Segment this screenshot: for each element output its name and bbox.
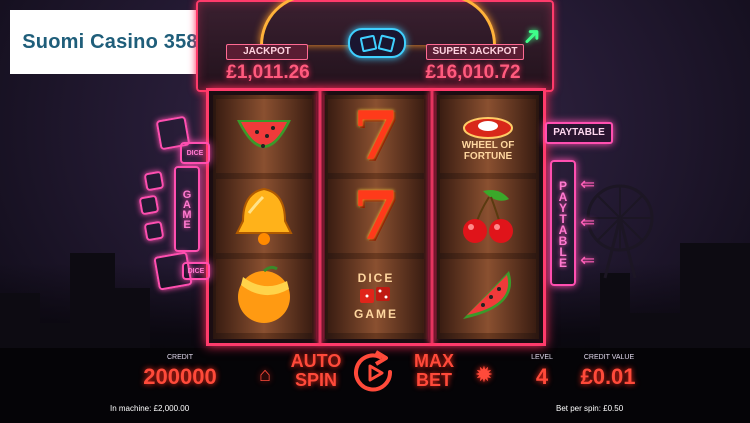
- arrow-left-icon: ⇐: [580, 212, 596, 232]
- game-sign: GAME: [174, 166, 200, 252]
- paytable-button-label: PAYTABLE: [553, 127, 605, 138]
- symbol-wheel-of-fortune: WHEEL OF FORTUNE: [440, 99, 536, 173]
- paytable-vertical-label: PAYTABLE: [556, 179, 570, 267]
- credit-label: CREDIT: [166, 354, 194, 361]
- credit-value-label: CREDIT VALUE: [583, 354, 635, 361]
- auto-spin-button[interactable]: AUTO SPIN: [288, 352, 344, 390]
- paytable-vertical-sign[interactable]: PAYTABLE: [550, 160, 576, 286]
- dice-game-line1: DICE: [357, 271, 395, 285]
- super-jackpot-value: £16,010.72: [425, 62, 521, 83]
- credit-value-amount[interactable]: £0.01: [572, 364, 644, 390]
- bell-icon: [235, 187, 293, 245]
- dice-sign-label: DICE: [186, 149, 204, 157]
- symbol-seven: 7: [328, 97, 424, 175]
- casino-logo: Suomi Casino 358: [10, 10, 210, 74]
- slot-machine: JACKPOT SUPER JACKPOT £1,011.26 £16,010.…: [196, 0, 554, 346]
- jackpot-topper: JACKPOT SUPER JACKPOT £1,011.26 £16,010.…: [196, 0, 554, 92]
- ferris-wheel: [586, 184, 654, 279]
- red-dice-icon: [360, 287, 390, 303]
- reel-3: WHEEL OF FORTUNE: [437, 95, 539, 339]
- dice-logo-icon: [348, 28, 406, 58]
- settings-gear-icon[interactable]: ✹: [472, 362, 496, 388]
- dice-sign: DICE: [180, 142, 210, 164]
- symbol-cherries: [440, 179, 536, 253]
- paytable-button[interactable]: PAYTABLE: [545, 122, 613, 144]
- neon-die-icon: [143, 170, 165, 192]
- symbol-watermelon: [216, 99, 312, 173]
- neon-die-icon: [138, 194, 160, 216]
- auto-spin-label-1: AUTO: [290, 351, 342, 371]
- watermelon-icon: [463, 271, 512, 319]
- level-label: LEVEL: [531, 354, 553, 361]
- home-icon[interactable]: ⌂: [254, 364, 276, 387]
- bet-per-spin-text: Bet per spin: £0.50: [556, 404, 624, 413]
- jackpot-label: JACKPOT: [226, 44, 308, 60]
- symbol-seven: 7: [328, 177, 424, 255]
- dice-sign: DICE: [182, 262, 210, 280]
- auto-spin-label-2: SPIN: [294, 370, 337, 390]
- reel-1: [213, 95, 315, 339]
- seven-symbol: 7: [353, 97, 399, 175]
- credit-value: 200000: [143, 364, 217, 389]
- reel-separator: [317, 91, 323, 343]
- super-jackpot-label: SUPER JACKPOT: [426, 44, 524, 60]
- symbol-dice-game: DICE GAME: [328, 259, 424, 333]
- max-bet-label-1: MAX: [414, 351, 454, 371]
- seven-symbol: 7: [353, 177, 399, 255]
- arrow-left-icon: ⇐: [580, 250, 596, 270]
- watermelon-icon: [237, 120, 291, 148]
- logo-text: Suomi Casino 358: [22, 30, 198, 53]
- symbol-bell: [216, 179, 312, 253]
- reel-2: 7 7 DICE GAME: [325, 95, 427, 339]
- max-bet-label-2: BET: [416, 370, 452, 390]
- jackpot-value: £1,011.26: [226, 62, 310, 83]
- symbol-watermelon: [440, 259, 536, 333]
- reel-window: 7 7 DICE GAME WHEEL OF FORTUNE: [206, 88, 546, 346]
- max-bet-button[interactable]: MAX BET: [404, 352, 464, 390]
- reel-separator: [429, 91, 435, 343]
- orange-icon: [238, 265, 290, 323]
- dice-game-line2: GAME: [354, 307, 398, 321]
- wheel-of-fortune-label: WHEEL OF FORTUNE: [461, 140, 515, 162]
- arrow-left-icon: ⇐: [580, 174, 596, 194]
- level-value[interactable]: 4: [520, 364, 564, 390]
- fortune-wheel-icon: [463, 117, 513, 139]
- neon-die-icon: [143, 220, 165, 242]
- game-sign-label: GAME: [181, 189, 193, 229]
- dice-sign-label: DICE: [187, 267, 205, 275]
- in-machine-text: In machine: £2,000.00: [110, 404, 190, 413]
- spin-icon: [354, 350, 393, 392]
- cherries-icon: [463, 190, 513, 243]
- spin-button[interactable]: [350, 350, 398, 396]
- symbol-orange: [216, 259, 312, 333]
